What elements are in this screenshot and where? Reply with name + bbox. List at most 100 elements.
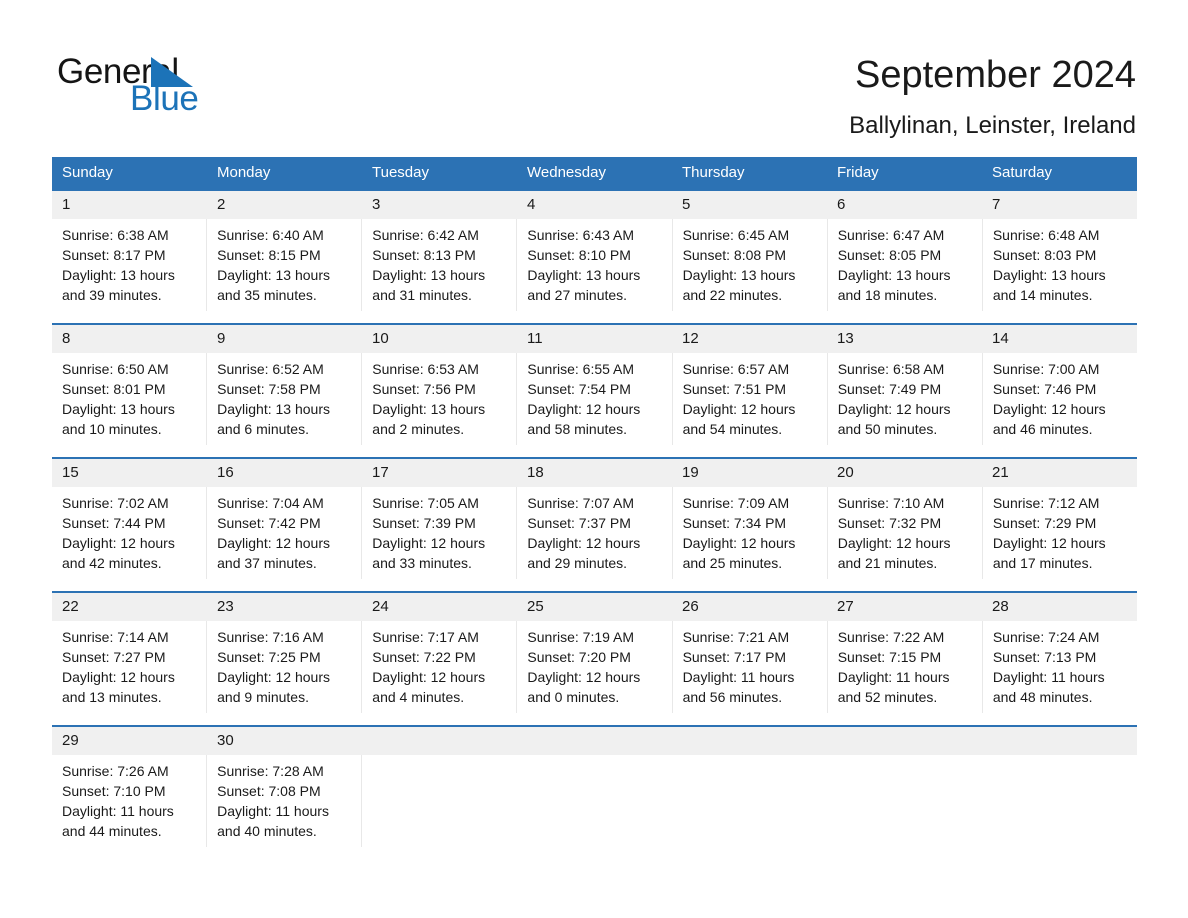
day-number-band: 1234567 <box>52 191 1137 219</box>
day-number[interactable]: 5 <box>672 191 827 219</box>
day-cell[interactable]: Sunrise: 7:02 AM Sunset: 7:44 PM Daylight:… <box>52 487 208 579</box>
day-info-line: Daylight: 12 hours <box>527 401 641 417</box>
day-cell[interactable]: Sunrise: 7:19 AM Sunset: 7:20 PM Daylight:… <box>517 621 673 713</box>
day-info-line: Daylight: 13 hours <box>992 267 1106 283</box>
day-cell[interactable]: Sunrise: 6:40 AM Sunset: 8:15 PM Daylight:… <box>207 219 363 311</box>
day-info-line: Sunrise: 7:16 AM <box>217 629 324 645</box>
day-info-line: Sunset: 7:49 PM <box>837 381 942 397</box>
day-cell[interactable]: Sunrise: 7:00 AM Sunset: 7:46 PM Daylight:… <box>983 353 1137 445</box>
day-info-line: Sunrise: 7:14 AM <box>62 629 169 645</box>
day-cell[interactable]: Sunrise: 6:43 AM Sunset: 8:10 PM Daylight:… <box>517 219 673 311</box>
day-number[interactable]: 28 <box>982 593 1137 621</box>
day-number[interactable]: 3 <box>362 191 517 219</box>
day-number[interactable]: 30 <box>207 727 362 755</box>
calendar-page: General Blue September 2024 Ballylinan, … <box>0 0 1188 918</box>
day-number[interactable]: 14 <box>982 325 1137 353</box>
day-cell[interactable]: Sunrise: 7:04 AM Sunset: 7:42 PM Daylight:… <box>207 487 363 579</box>
day-info-line: and 37 minutes. <box>217 555 317 571</box>
day-info-line: Daylight: 12 hours <box>527 669 641 685</box>
day-info-line: Sunset: 8:13 PM <box>372 247 476 263</box>
day-info-line: Daylight: 13 hours <box>217 267 330 283</box>
day-info-line: Daylight: 12 hours <box>682 535 796 551</box>
calendar-week-row: 15 16 17 18 19 20 21 Sunrise: 7:02 AM Sunset: 7:… <box>52 457 1137 579</box>
day-number[interactable]: 1 <box>52 191 207 219</box>
day-cell[interactable]: Sunrise: 6:47 AM Sunset: 8:05 PM Daylight:… <box>828 219 983 311</box>
day-number[interactable]: 17 <box>362 459 517 487</box>
day-number[interactable]: 8 <box>52 325 207 353</box>
day-cell[interactable]: Sunrise: 6:53 AM Sunset: 7:56 PM Daylight:… <box>362 353 518 445</box>
day-cell[interactable]: Sunrise: 7:16 AM Sunset: 7:25 PM Daylight:… <box>207 621 363 713</box>
day-cell[interactable]: Sunrise: 7:10 AM Sunset: 7:32 PM Daylight:… <box>828 487 983 579</box>
day-number[interactable]: 2 <box>207 191 362 219</box>
day-number[interactable]: 19 <box>672 459 827 487</box>
calendar-weeks: 1 2 3 4 5 6 7 Sunrise: 6:38 AM Sunset: 8:17 PM Da… <box>52 189 1137 847</box>
day-cell[interactable]: Sunrise: 6:52 AM Sunset: 7:58 PM Daylight:… <box>207 353 363 445</box>
day-info-line: Sunrise: 7:17 AM <box>372 629 479 645</box>
day-cell[interactable]: Sunrise: 6:48 AM Sunset: 8:03 PM Daylight:… <box>983 219 1137 311</box>
day-number[interactable]: 29 <box>52 727 207 755</box>
day-cell[interactable]: Sunrise: 6:55 AM Sunset: 7:54 PM Daylight:… <box>517 353 673 445</box>
day-info-line: Daylight: 12 hours <box>837 535 951 551</box>
day-number[interactable]: 27 <box>827 593 982 621</box>
day-cell[interactable]: Sunrise: 7:21 AM Sunset: 7:17 PM Daylight:… <box>673 621 828 713</box>
day-number[interactable]: 15 <box>52 459 207 487</box>
day-number[interactable]: 26 <box>672 593 827 621</box>
day-number[interactable]: 7 <box>982 191 1137 219</box>
general-blue-logo[interactable]: General Blue <box>57 52 257 118</box>
day-number[interactable]: 18 <box>517 459 672 487</box>
day-cell[interactable]: Sunrise: 6:38 AM Sunset: 8:17 PM Daylight:… <box>52 219 208 311</box>
day-info-line: Daylight: 12 hours <box>217 669 330 685</box>
day-number[interactable]: 16 <box>207 459 362 487</box>
day-number[interactable]: 24 <box>362 593 517 621</box>
day-info-line: Daylight: 12 hours <box>217 535 330 551</box>
day-info-line: Sunset: 8:01 PM <box>62 381 166 397</box>
day-cell[interactable]: Sunrise: 7:14 AM Sunset: 7:27 PM Daylight:… <box>52 621 208 713</box>
day-cell[interactable]: Sunrise: 7:17 AM Sunset: 7:22 PM Daylight:… <box>362 621 518 713</box>
day-cell[interactable]: Sunrise: 7:28 AM Sunset: 7:08 PM Daylight:… <box>207 755 363 847</box>
day-info-line: Sunrise: 6:48 AM <box>992 227 1100 243</box>
day-cell[interactable]: Sunrise: 7:26 AM Sunset: 7:10 PM Daylight:… <box>52 755 208 847</box>
day-number[interactable]: 22 <box>52 593 207 621</box>
day-number[interactable]: 21 <box>982 459 1137 487</box>
day-info-line: Sunrise: 7:04 AM <box>217 495 324 511</box>
day-detail-band: Sunrise: 7:26 AM Sunset: 7:10 PM Daylight:… <box>52 755 1137 847</box>
day-info-line: Daylight: 13 hours <box>682 267 796 283</box>
day-number[interactable]: 10 <box>362 325 517 353</box>
day-info-line: and 56 minutes. <box>682 689 783 705</box>
day-cell[interactable]: Sunrise: 6:57 AM Sunset: 7:51 PM Daylight:… <box>673 353 828 445</box>
day-info-line: Sunset: 7:42 PM <box>217 515 321 531</box>
day-info-line: Sunrise: 7:19 AM <box>527 629 635 645</box>
day-info-line: Daylight: 11 hours <box>992 669 1105 685</box>
day-cell[interactable]: Sunrise: 7:12 AM Sunset: 7:29 PM Daylight:… <box>983 487 1137 579</box>
weekday-header-sunday: Sunday <box>62 164 113 181</box>
day-number[interactable]: 9 <box>207 325 362 353</box>
day-info-line: Sunset: 7:37 PM <box>527 515 631 531</box>
day-info-line: Sunrise: 7:07 AM <box>527 495 635 511</box>
day-number[interactable]: 12 <box>672 325 827 353</box>
day-info-line: and 40 minutes. <box>217 823 317 839</box>
day-info-line: Sunrise: 7:22 AM <box>837 629 945 645</box>
day-number[interactable]: 25 <box>517 593 672 621</box>
day-number[interactable]: 13 <box>827 325 982 353</box>
day-cell[interactable]: Sunrise: 6:58 AM Sunset: 7:49 PM Daylight:… <box>828 353 983 445</box>
day-cell[interactable]: Sunrise: 6:50 AM Sunset: 8:01 PM Daylight:… <box>52 353 208 445</box>
day-number[interactable]: 6 <box>827 191 982 219</box>
day-number[interactable]: 20 <box>827 459 982 487</box>
day-info-line: Daylight: 12 hours <box>62 535 175 551</box>
day-info-line: Sunset: 7:29 PM <box>992 515 1097 531</box>
day-info-line: Sunset: 7:15 PM <box>837 649 942 665</box>
day-cell[interactable]: Sunrise: 7:09 AM Sunset: 7:34 PM Daylight:… <box>673 487 828 579</box>
day-cell[interactable]: Sunrise: 6:42 AM Sunset: 8:13 PM Daylight:… <box>362 219 518 311</box>
day-number[interactable]: 23 <box>207 593 362 621</box>
day-cell[interactable]: Sunrise: 7:07 AM Sunset: 7:37 PM Daylight:… <box>517 487 673 579</box>
calendar-week-row: 22 23 24 25 26 27 28 Sunrise: 7:14 AM Sunset: 7:… <box>52 591 1137 713</box>
calendar-week-row: 8 9 10 11 12 13 14 Sunrise: 6:50 AM Sunset: 8:01… <box>52 323 1137 445</box>
day-info-line: Sunset: 7:08 PM <box>217 783 321 799</box>
day-cell[interactable]: Sunrise: 7:24 AM Sunset: 7:13 PM Daylight:… <box>983 621 1137 713</box>
day-cell[interactable]: Sunrise: 7:05 AM Sunset: 7:39 PM Daylight:… <box>362 487 518 579</box>
day-number[interactable]: 4 <box>517 191 672 219</box>
day-number[interactable]: 11 <box>517 325 672 353</box>
day-info-line: Daylight: 11 hours <box>837 669 950 685</box>
day-cell[interactable]: Sunrise: 6:45 AM Sunset: 8:08 PM Daylight:… <box>673 219 828 311</box>
day-cell[interactable]: Sunrise: 7:22 AM Sunset: 7:15 PM Daylight:… <box>828 621 983 713</box>
